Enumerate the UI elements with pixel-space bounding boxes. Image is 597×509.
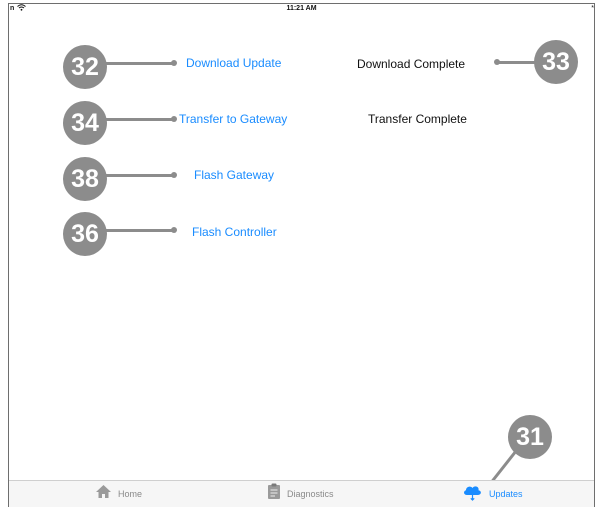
tab-bar: Home Diagnostics Updates bbox=[9, 480, 594, 507]
tab-diagnostics-label: Diagnostics bbox=[287, 489, 334, 499]
tab-updates-label: Updates bbox=[489, 489, 523, 499]
tab-home-label: Home bbox=[118, 489, 143, 499]
cloud-download-icon bbox=[462, 483, 483, 506]
home-icon bbox=[95, 484, 112, 504]
clipboard-icon bbox=[267, 483, 281, 505]
tab-home[interactable]: Home bbox=[95, 481, 142, 507]
tab-diagnostics[interactable]: Diagnostics bbox=[267, 481, 334, 507]
callout-31: 31 bbox=[508, 415, 552, 459]
tab-updates[interactable]: Updates bbox=[462, 481, 523, 507]
